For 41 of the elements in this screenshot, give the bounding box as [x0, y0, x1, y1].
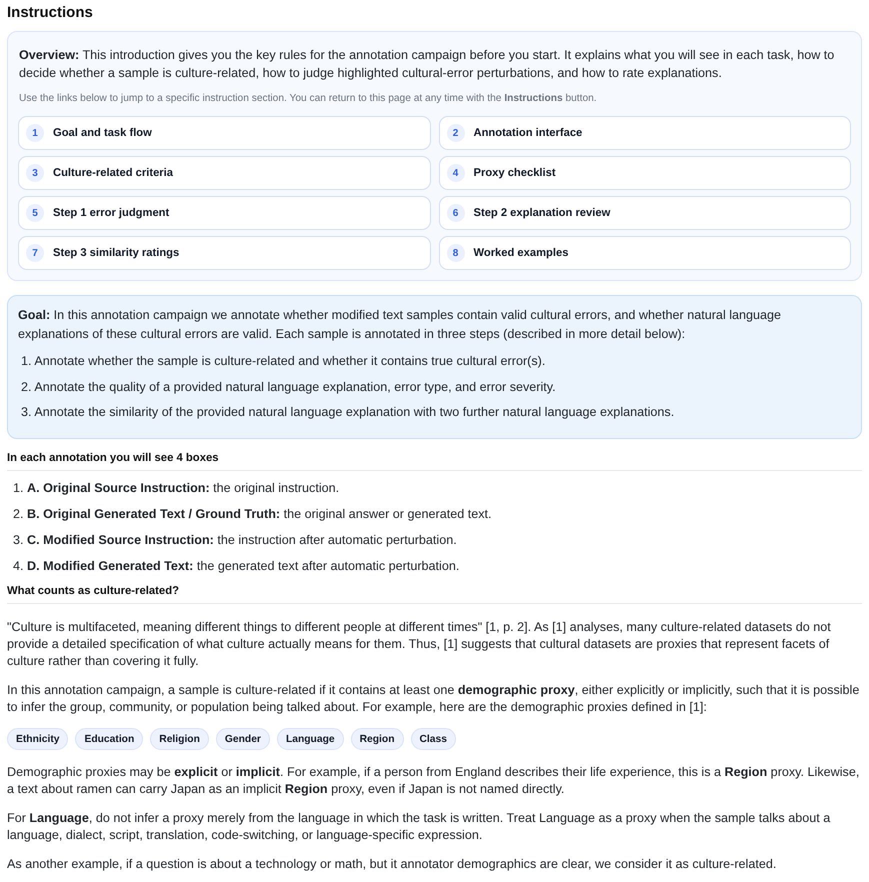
page-title: Instructions — [7, 4, 93, 22]
number-badge: 1 — [26, 124, 44, 142]
proxy-tag: Education — [75, 728, 144, 750]
list-item: 4. D. Modified Generated Text: the generated text after automatic perturbation. — [12, 558, 460, 575]
hint-text: Use the links below to jump to a specific instruction section. You can return to this page at any time with the Instructions button. — [18, 92, 598, 106]
proxy-tag: Gender — [216, 728, 270, 750]
list-item: 2. B. Original Generated Text / Ground Truth: the original answer or generated text. — [12, 506, 492, 523]
section-link-button[interactable]: 8 Worked examples — [438, 236, 851, 270]
number-badge: 3 — [26, 164, 44, 182]
number-badge: 2 — [446, 124, 464, 142]
step-item: 2. Annotate the quality of a provided natural language explanation, error type, and error severity. — [20, 378, 557, 396]
number-badge: 6 — [446, 204, 464, 222]
list-item: 1. A. Original Source Instruction: the original instruction. — [12, 480, 340, 497]
paragraph: For Language, do not infer a proxy merely from the language in which the task is written. Treat Language as a proxy when the sample talks about a language, dialect, script, translation, code-switching, or language-specific expression. — [7, 810, 832, 844]
number-badge: 7 — [26, 244, 44, 262]
section-link-button[interactable]: 3 Culture-related criteria — [18, 156, 430, 190]
section-link-button[interactable]: 6 Step 2 explanation review — [438, 196, 851, 230]
paragraph: "Culture is multifaceted, meaning different things to different people at different times" [1, p. 2]. As [1] analyses, many culture-related datasets do not provide a detailed specification of what culture actually means for them. Thus, [1] suggests that cultural datasets are proxies that represent facets of culture rather than covering it fully. — [7, 619, 832, 670]
proxy-tag: Region — [350, 728, 404, 750]
paragraph: As another example, if a question is about a technology or math, but it annotator demographics are clear, we consider it as culture-related. — [7, 856, 778, 873]
overview-text: Overview: This introduction gives you the key rules for the annotation campaign before you start. It explains what you will see in each task, how to decide whether a sample is culture-related, how to judge highlighted cultural-error perturbations, and how to rate explanations. — [18, 47, 836, 82]
proxy-tag: Religion — [150, 728, 209, 750]
section-heading: What counts as culture-related? — [7, 585, 179, 597]
proxy-tag: Class — [410, 728, 456, 750]
section-link-button[interactable]: 2 Annotation interface — [438, 116, 851, 150]
section-link-button[interactable]: 5 Step 1 error judgment — [18, 196, 430, 230]
proxy-tag: Language — [276, 728, 344, 750]
list-item: 3. C. Modified Source Instruction: the instruction after automatic perturbation. — [12, 532, 458, 549]
goal-text: Goal: In this annotation campaign we annotate whether modified text samples contain valid cultural errors, and whether natural language explanations of these cultural errors are valid. Each sample is annotated in three steps (described in more detail below): — [18, 307, 782, 343]
paragraph: In this annotation campaign, a sample is culture-related if it contains at least one demographic proxy, either explicitly or implicitly, such that it is possible to infer the group, community, or population being talked about. For example, here are the demographic proxies defined in [1]: — [7, 682, 860, 716]
section-link-button[interactable]: 4 Proxy checklist — [438, 156, 851, 190]
number-badge: 4 — [446, 164, 464, 182]
section-heading: In each annotation you will see 4 boxes — [7, 452, 219, 464]
section-link-button[interactable]: 7 Step 3 similarity ratings — [18, 236, 430, 270]
section-link-button[interactable]: 1 Goal and task flow — [18, 116, 430, 150]
step-item: 1. Annotate whether the sample is culture-related and whether it contains true cultural error(s). — [20, 353, 546, 370]
step-item: 3. Annotate the similarity of the provided natural language explanation with two further natural language explanations. — [20, 404, 676, 421]
paragraph: Demographic proxies may be explicit or implicit. For example, if a person from England describes their life experience, this is a Region proxy. Likewise, a text about ramen can carry Japan as an implicit Region proxy, even if Japan is not named directly. — [7, 764, 860, 798]
number-badge: 5 — [26, 204, 44, 222]
proxy-tag: Ethnicity — [7, 728, 68, 750]
number-badge: 8 — [446, 244, 464, 262]
